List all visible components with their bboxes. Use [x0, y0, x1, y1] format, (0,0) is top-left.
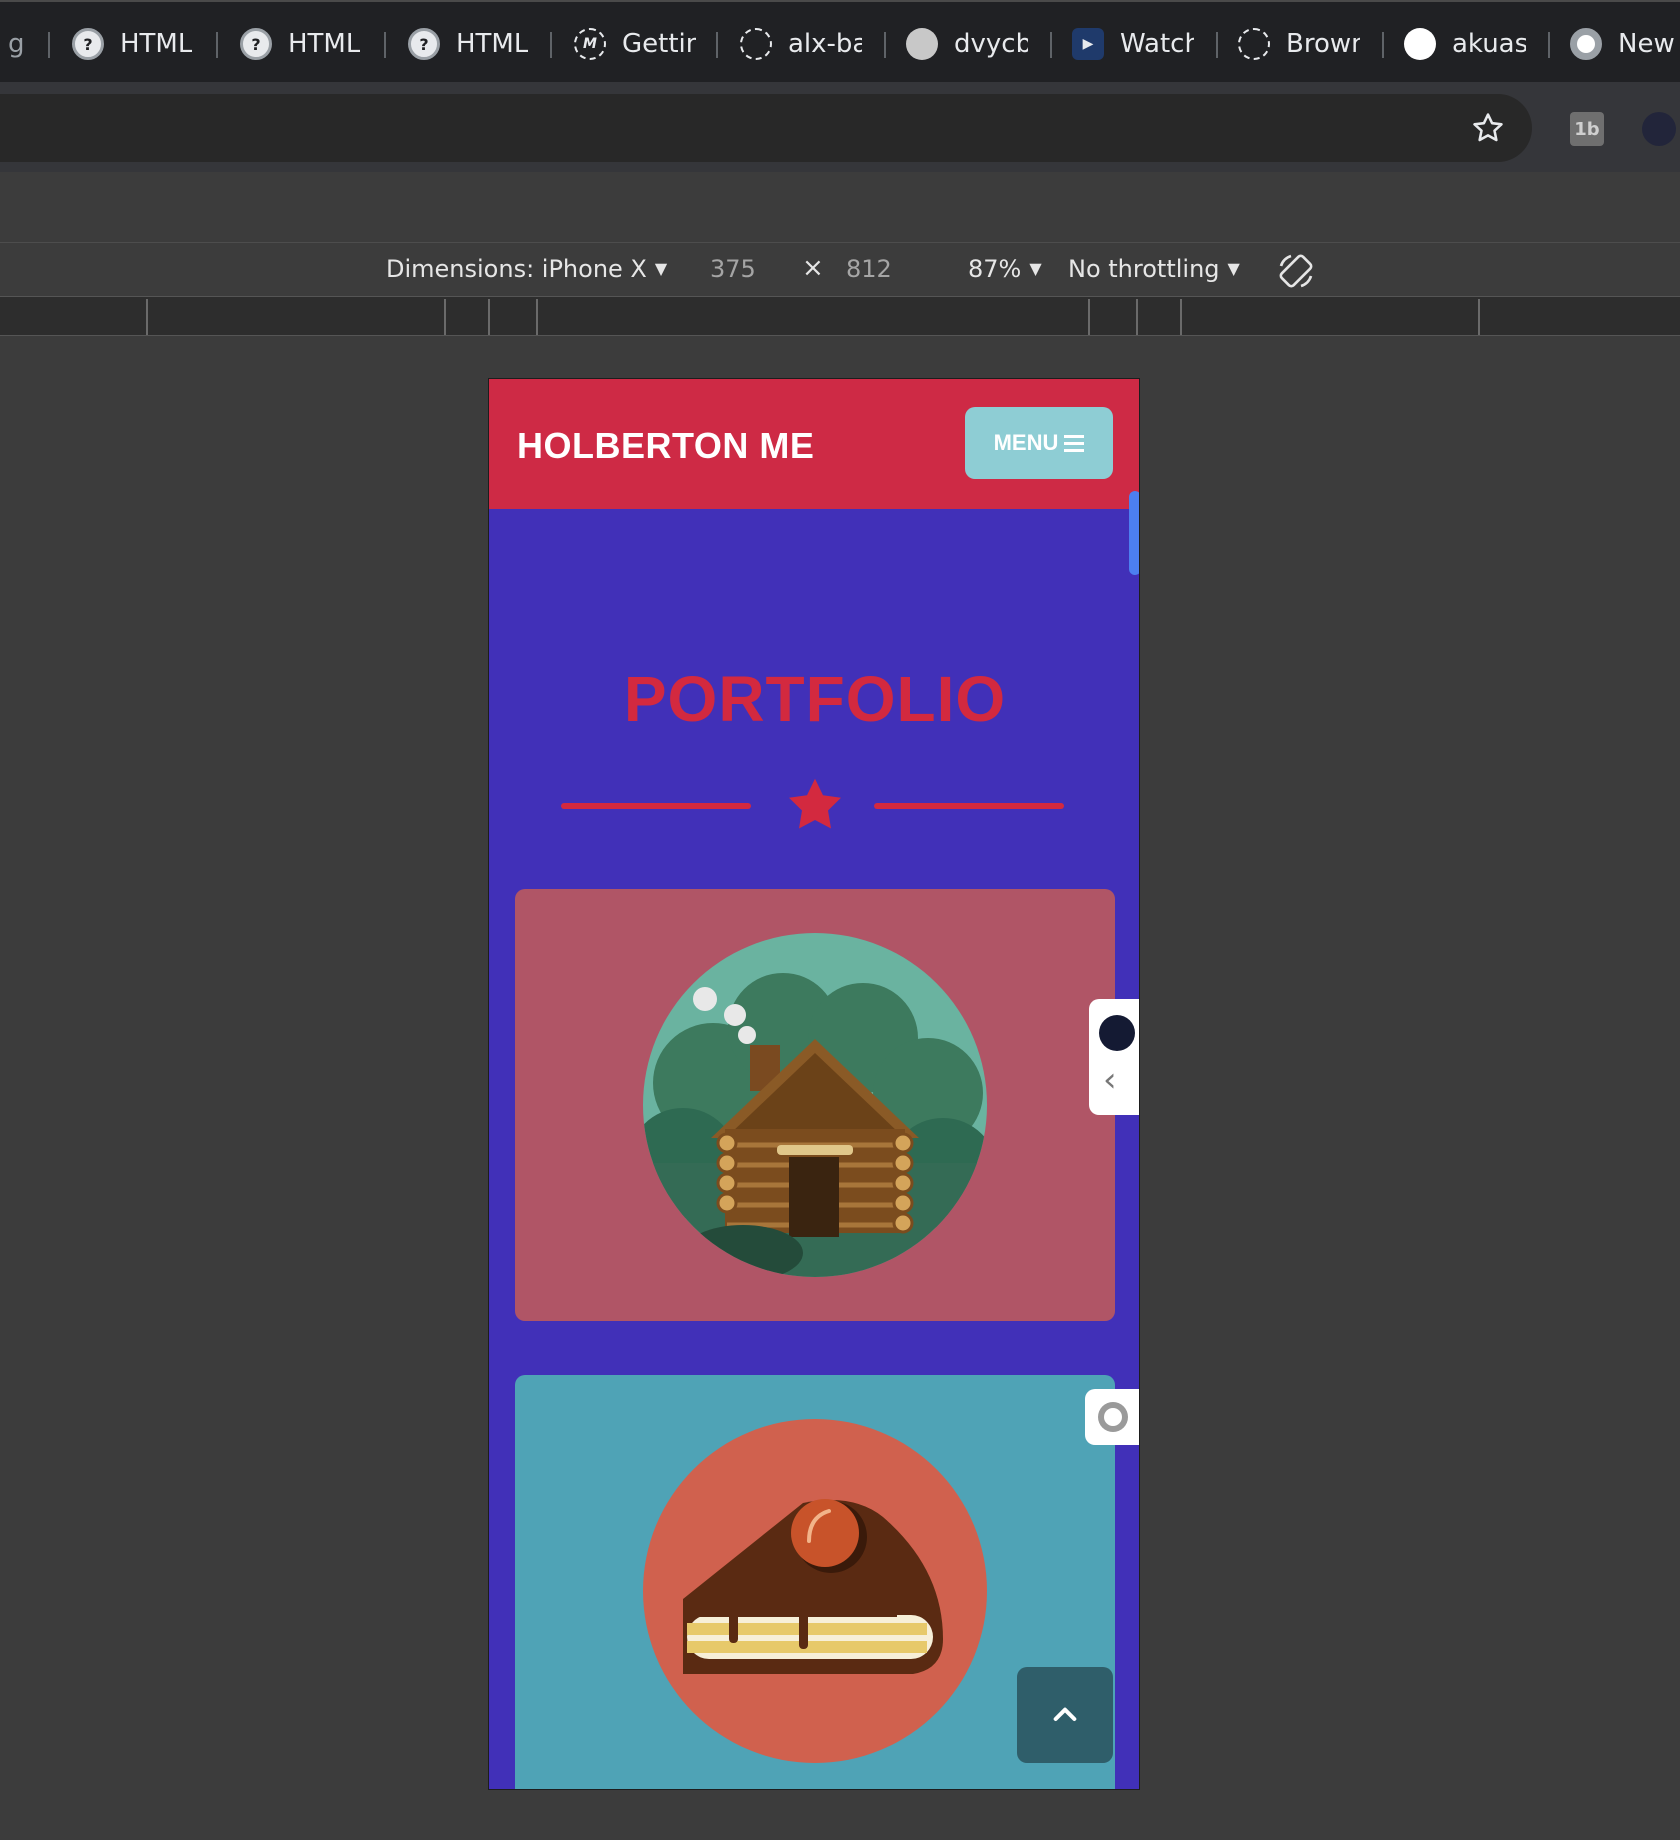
media-query-ruler[interactable]: [0, 296, 1680, 336]
browser-toolbar: 1b: [0, 82, 1680, 172]
browser-tab[interactable]: ▶ Watch: [1072, 24, 1196, 64]
browser-tab[interactable]: ? HTML: [72, 24, 200, 64]
rotate-icon: [1279, 254, 1313, 288]
device-label: Dimensions: iPhone X: [386, 255, 647, 283]
tab-separator: [550, 32, 552, 58]
extension-1b-button[interactable]: 1b: [1570, 112, 1604, 146]
zoom-select[interactable]: 87% ▼: [968, 255, 1042, 283]
site-title[interactable]: HOLBERTON ME: [517, 425, 814, 467]
tv-icon: ▶: [1072, 28, 1104, 60]
throttling-select[interactable]: No throttling ▼: [1068, 255, 1240, 283]
times-icon: ×: [802, 253, 824, 283]
browser-tab-strip: g ? HTML ? HTML ? HTML M Gettin alx-ba d…: [0, 0, 1680, 82]
portfolio-card[interactable]: [515, 889, 1115, 1321]
m-circle-icon: M: [574, 28, 606, 60]
ruler-tick: [1478, 299, 1480, 335]
device-select[interactable]: Dimensions: iPhone X ▼: [386, 255, 667, 283]
play-icon: [1099, 1015, 1135, 1051]
ruler-tick: [488, 299, 490, 335]
tab-title: akuas: [1452, 29, 1526, 59]
zoom-label: 87%: [968, 255, 1022, 283]
browser-tab[interactable]: alx-ba: [740, 24, 864, 64]
browser-tab[interactable]: M Gettin: [574, 24, 698, 64]
lens-icon: [1098, 1402, 1128, 1432]
address-bar[interactable]: [0, 94, 1532, 162]
ruler-tick: [146, 299, 148, 335]
throttling-label: No throttling: [1068, 255, 1220, 283]
chevron-left-icon: ‹: [1103, 1060, 1117, 1100]
chevron-up-icon: [1053, 1707, 1077, 1721]
question-circle-icon: ?: [240, 28, 272, 60]
loading-ring-icon: [1238, 28, 1270, 60]
tab-title: New: [1618, 29, 1675, 59]
tab-title: g: [8, 29, 25, 59]
globe-icon: [906, 28, 938, 60]
scrollbar-thumb[interactable]: [1129, 491, 1139, 575]
tab-separator: [384, 32, 386, 58]
rotate-button[interactable]: [1276, 251, 1316, 297]
tab-separator: [884, 32, 886, 58]
cake-slice-illustration: [643, 1419, 987, 1763]
tab-title: Gettin: [622, 29, 696, 59]
tab-separator: [1216, 32, 1218, 58]
menu-button[interactable]: MENU: [965, 407, 1113, 479]
device-viewport: HOLBERTON ME MENU PORTFOLIO ‹: [488, 378, 1140, 1790]
browser-tab[interactable]: akuas: [1404, 24, 1528, 64]
tab-separator: [1382, 32, 1384, 58]
tab-separator: [48, 32, 50, 58]
site-header: HOLBERTON ME MENU: [489, 379, 1139, 509]
tab-title: HTML: [120, 29, 193, 59]
tab-separator: [716, 32, 718, 58]
browser-tab[interactable]: New: [1570, 24, 1680, 64]
ruler-tick: [1180, 299, 1182, 335]
chrome-icon: [1570, 28, 1602, 60]
browser-tab[interactable]: ? HTML: [408, 24, 536, 64]
tab-title: alx-ba: [788, 29, 862, 59]
tab-title: Watch: [1120, 29, 1194, 59]
ruler-tick: [536, 299, 538, 335]
scroll-to-top-button[interactable]: [1017, 1667, 1113, 1763]
browser-tab[interactable]: dvycb: [906, 24, 1030, 64]
section-title: PORTFOLIO: [623, 663, 1007, 735]
tab-title: HTML: [288, 29, 361, 59]
device-toolbar: Dimensions: iPhone X ▼ 375 × 812 87% ▼ No …: [0, 242, 1680, 296]
extension-play-button[interactable]: [1642, 112, 1676, 146]
devtools-spacer: [0, 172, 1680, 242]
extension-label: 1b: [1574, 118, 1600, 140]
hamburger-icon: [1064, 434, 1085, 452]
height-input[interactable]: 812: [846, 255, 892, 283]
caret-down-icon: ▼: [654, 259, 668, 278]
star-outline-icon: [1473, 113, 1503, 142]
ruler-tick: [1136, 299, 1138, 335]
ruler-tick: [1088, 299, 1090, 335]
divider-line-left: [561, 803, 751, 809]
caret-down-icon: ▼: [1029, 259, 1042, 278]
question-circle-icon: ?: [408, 28, 440, 60]
tab-title: Brown: [1286, 29, 1360, 59]
browser-tab[interactable]: Brown: [1238, 24, 1362, 64]
github-outline-icon: [740, 28, 772, 60]
tab-separator: [1548, 32, 1550, 58]
width-input[interactable]: 375: [710, 255, 756, 283]
browser-tab[interactable]: g: [0, 24, 30, 64]
question-circle-icon: ?: [72, 28, 104, 60]
tab-separator: [1050, 32, 1052, 58]
tab-title: dvycb: [954, 29, 1028, 59]
log-cabin-illustration: [643, 933, 987, 1277]
side-extension-widget[interactable]: ‹: [1089, 999, 1139, 1115]
github-icon: [1404, 28, 1436, 60]
side-extension-widget-2[interactable]: [1085, 1389, 1139, 1445]
caret-down-icon: ▼: [1227, 259, 1240, 278]
browser-tab[interactable]: ? HTML: [240, 24, 368, 64]
star-icon: [789, 778, 841, 829]
divider-line-right: [874, 803, 1064, 809]
menu-label: MENU: [993, 430, 1059, 455]
tab-title: HTML: [456, 29, 529, 59]
ruler-tick: [444, 299, 446, 335]
bookmark-star-button[interactable]: [1466, 106, 1510, 150]
tab-separator: [216, 32, 218, 58]
